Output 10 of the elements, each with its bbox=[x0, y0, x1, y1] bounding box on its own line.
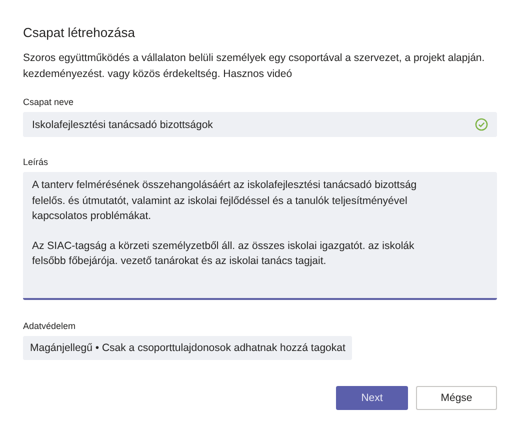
field-label: Leírás bbox=[23, 156, 50, 168]
dialog-button[interactable]: Mégse bbox=[416, 386, 497, 410]
intro-text: Szoros együttműködés a vállalaton belüli személyek egy csoportával a szervezet, a projekt alapján. kezdeményezést. vagy közös érdekeltség. Hasznos videó bbox=[23, 51, 486, 82]
dialog-title: Csapat létrehozása bbox=[23, 24, 136, 42]
field-label: Csapat neve bbox=[23, 96, 75, 108]
field-label: Adatvédelem bbox=[23, 320, 77, 332]
dialog-button[interactable]: Next bbox=[336, 386, 408, 410]
description-field[interactable]: A tanterv felmérésének összehangolásáért az iskolafejlesztési tanácsadó bizottság felelős. és útmutatót, valamint az iskolai fejlődéssel és a tanulók teljesítményével kapcsolatos problémákat. Az SIAC-tagság a körzeti személyzetből áll. az összes iskolai igazgatót. az iskolák felsőbb főbejárója. vezető tanárokat és az iskolai tanács tagjait. bbox=[23, 172, 497, 300]
name-field[interactable]: Iskolafejlesztési tanácsadó bizottságok bbox=[23, 112, 497, 137]
privacy-field[interactable]: Magánjellegű • Csak a csoporttulajdonosok adhatnak hozzá tagokat bbox=[23, 336, 352, 360]
